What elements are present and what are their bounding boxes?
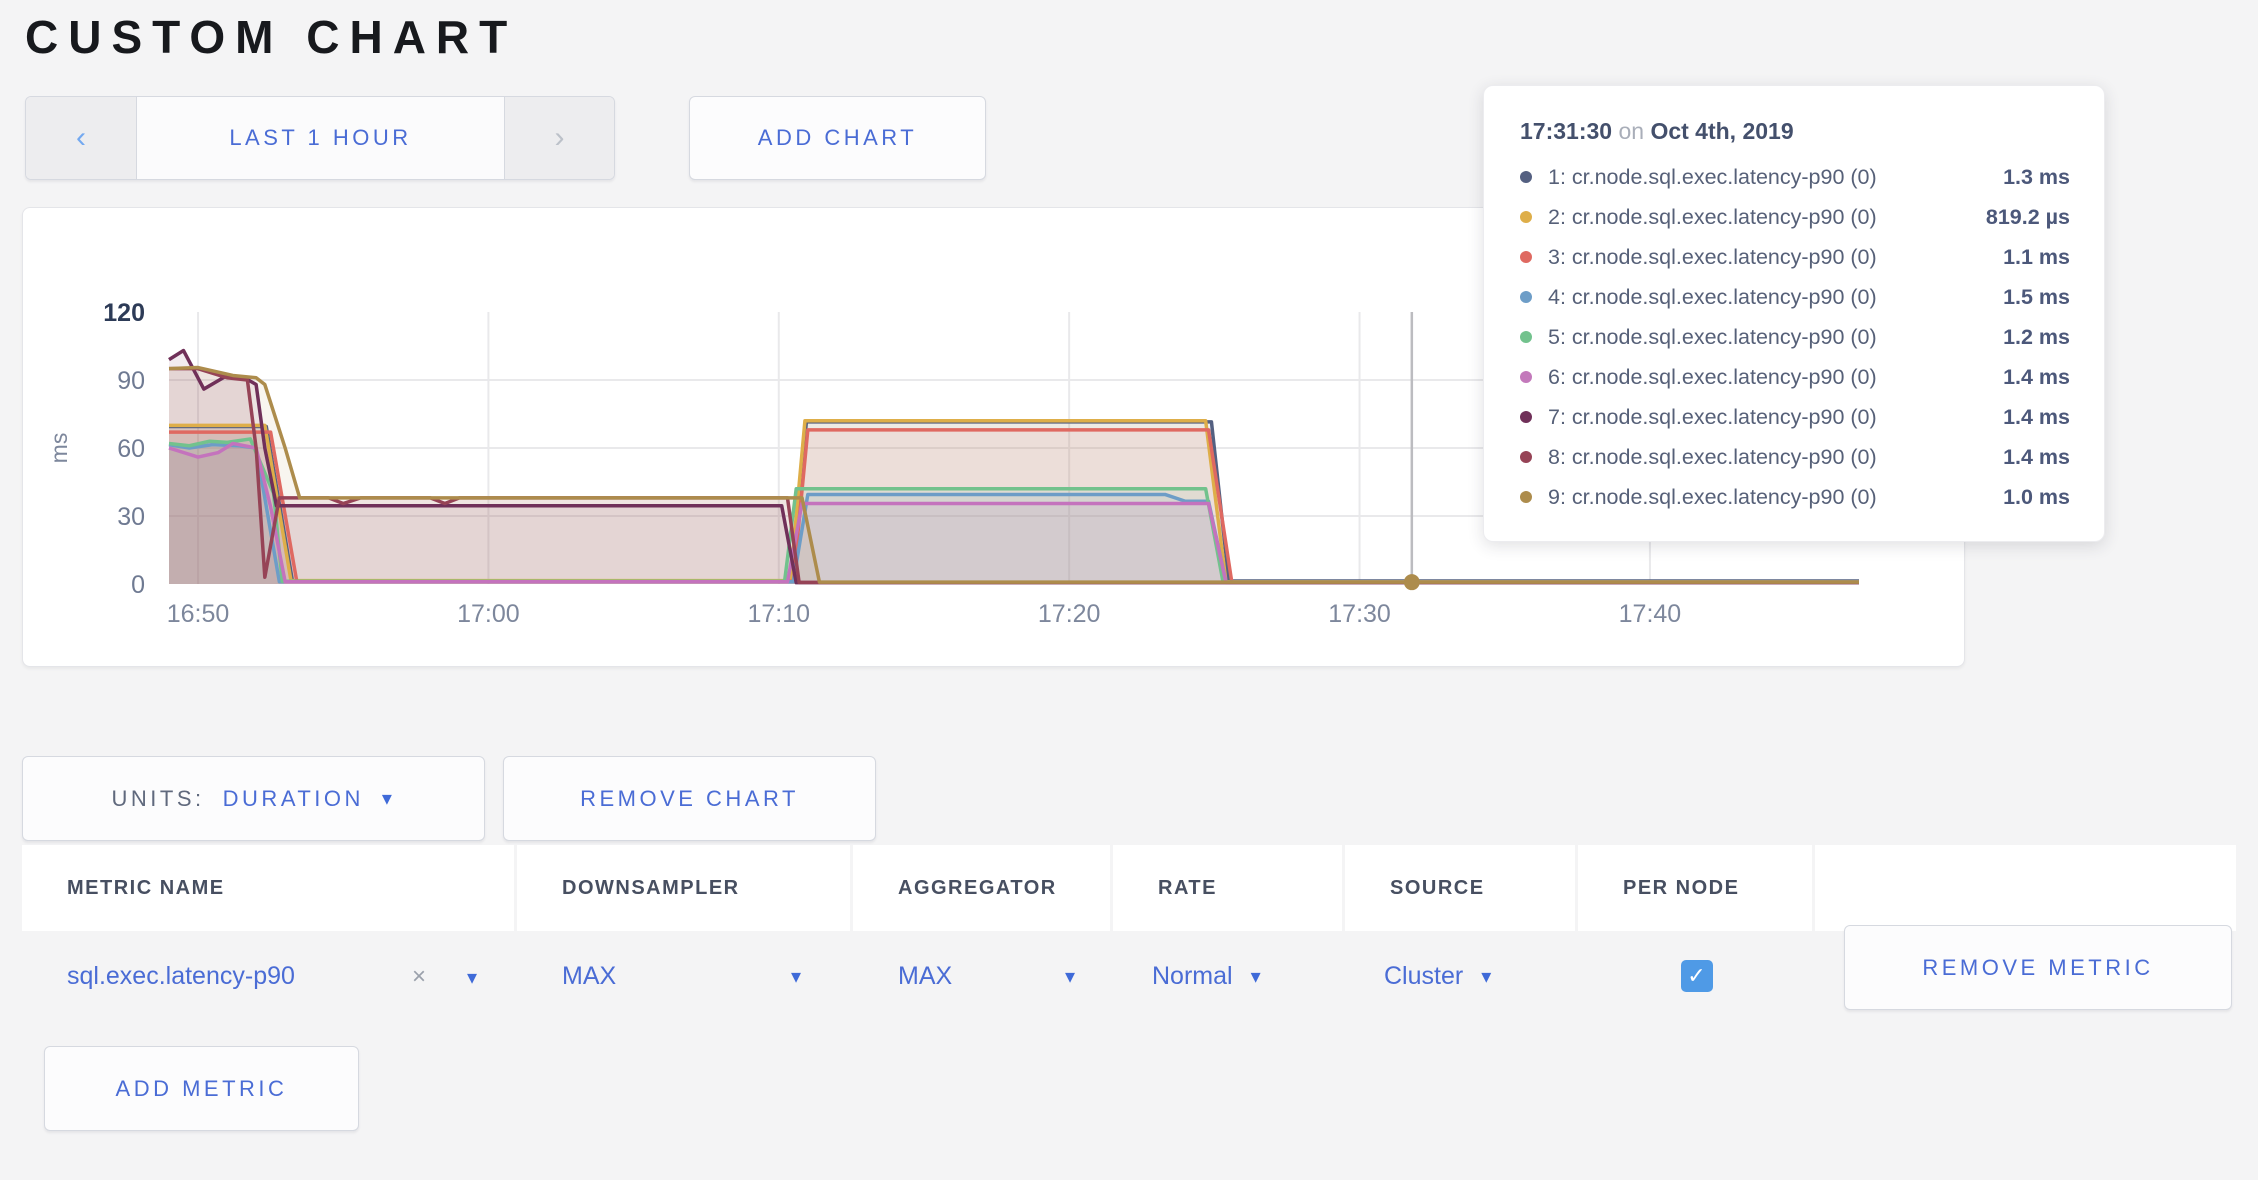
tooltip-rows: 1: cr.node.sql.exec.latency-p90 (0)1.3 m… bbox=[1518, 157, 2070, 517]
downsampler-value: MAX bbox=[562, 962, 616, 991]
x-axis-tick-label: 17:30 bbox=[1328, 600, 1391, 628]
caret-down-icon: ▾ bbox=[1251, 964, 1261, 989]
per-node-cell: ✓ bbox=[1578, 931, 1815, 1021]
caret-down-icon[interactable]: ▾ bbox=[467, 967, 477, 989]
tooltip-on-word: on bbox=[1618, 118, 1644, 144]
caret-down-icon: ▾ bbox=[382, 786, 396, 811]
metric-name-dropdown[interactable]: sql.exec.latency-p90 × ▾ bbox=[22, 931, 517, 1021]
tooltip-series-label: 1: cr.node.sql.exec.latency-p90 (0) bbox=[1548, 165, 2003, 190]
tooltip-time: 17:31:30 on Oct 4th, 2019 bbox=[1520, 118, 2070, 145]
caret-down-icon: ▾ bbox=[1481, 964, 1491, 989]
units-value: DURATION bbox=[223, 786, 364, 812]
tooltip-row: 3: cr.node.sql.exec.latency-p90 (0)1.1 m… bbox=[1518, 237, 2070, 277]
tooltip-series-label: 3: cr.node.sql.exec.latency-p90 (0) bbox=[1548, 245, 2003, 270]
source-select[interactable]: Cluster ▾ bbox=[1345, 931, 1578, 1021]
chevron-right-icon: › bbox=[555, 121, 565, 155]
tooltip-series-value: 1.3 ms bbox=[2003, 165, 2070, 190]
series-color-dot-icon bbox=[1520, 331, 1532, 343]
tooltip-series-value: 1.0 ms bbox=[2003, 485, 2070, 510]
series-color-dot-icon bbox=[1520, 371, 1532, 383]
check-icon: ✓ bbox=[1687, 963, 1705, 989]
series-color-dot-icon bbox=[1520, 211, 1532, 223]
x-axis-tick-label: 17:20 bbox=[1038, 600, 1101, 628]
tooltip-series-label: 5: cr.node.sql.exec.latency-p90 (0) bbox=[1548, 325, 2003, 350]
tooltip-series-value: 1.4 ms bbox=[2003, 445, 2070, 470]
time-window-nav: ‹ LAST 1 HOUR › bbox=[25, 96, 615, 180]
tooltip-series-label: 8: cr.node.sql.exec.latency-p90 (0) bbox=[1548, 445, 2003, 470]
tooltip-series-value: 1.4 ms bbox=[2003, 405, 2070, 430]
caret-down-icon: ▾ bbox=[1065, 964, 1075, 989]
x-axis-tick-label: 17:10 bbox=[748, 600, 811, 628]
rate-select[interactable]: Normal ▾ bbox=[1113, 931, 1345, 1021]
units-label: UNITS: bbox=[112, 786, 205, 812]
tooltip-row: 4: cr.node.sql.exec.latency-p90 (0)1.5 m… bbox=[1518, 277, 2070, 317]
x-axis-tick-label: 17:40 bbox=[1619, 600, 1682, 628]
tooltip-series-label: 7: cr.node.sql.exec.latency-p90 (0) bbox=[1548, 405, 2003, 430]
tooltip-row: 1: cr.node.sql.exec.latency-p90 (0)1.3 m… bbox=[1518, 157, 2070, 197]
units-dropdown[interactable]: UNITS: DURATION ▾ bbox=[22, 756, 485, 841]
metrics-table-header: METRIC NAME DOWNSAMPLER AGGREGATOR RATE … bbox=[22, 845, 2236, 931]
remove-chart-button[interactable]: REMOVE CHART bbox=[503, 756, 876, 841]
header-cell-actions bbox=[1815, 845, 2236, 931]
page-title: CUSTOM CHART bbox=[25, 10, 517, 64]
tooltip-row: 2: cr.node.sql.exec.latency-p90 (0)819.2… bbox=[1518, 197, 2070, 237]
aggregator-value: MAX bbox=[898, 962, 952, 991]
source-value: Cluster bbox=[1384, 962, 1463, 991]
header-cell-metric-name: METRIC NAME bbox=[22, 845, 517, 931]
tooltip-series-value: 819.2 µs bbox=[1986, 205, 2070, 230]
clear-metric-icon[interactable]: × bbox=[412, 963, 426, 990]
aggregator-select[interactable]: MAX ▾ bbox=[853, 931, 1113, 1021]
series-color-dot-icon bbox=[1520, 411, 1532, 423]
tooltip-series-label: 6: cr.node.sql.exec.latency-p90 (0) bbox=[1548, 365, 2003, 390]
metric-name-value: sql.exec.latency-p90 bbox=[67, 962, 295, 991]
chart-tooltip: 17:31:30 on Oct 4th, 2019 1: cr.node.sql… bbox=[1483, 85, 2105, 542]
tooltip-series-label: 4: cr.node.sql.exec.latency-p90 (0) bbox=[1548, 285, 2003, 310]
y-axis-unit-label: ms bbox=[46, 433, 72, 464]
tooltip-row: 5: cr.node.sql.exec.latency-p90 (0)1.2 m… bbox=[1518, 317, 2070, 357]
tooltip-row: 9: cr.node.sql.exec.latency-p90 (0)1.0 m… bbox=[1518, 477, 2070, 517]
series-color-dot-icon bbox=[1520, 291, 1532, 303]
add-chart-button[interactable]: ADD CHART bbox=[689, 96, 986, 180]
time-window-next-button[interactable]: › bbox=[504, 97, 614, 179]
y-axis-tick-label: 60 bbox=[117, 435, 145, 463]
header-cell-rate: RATE bbox=[1113, 845, 1345, 931]
time-window-label[interactable]: LAST 1 HOUR bbox=[137, 97, 504, 179]
tooltip-series-value: 1.1 ms bbox=[2003, 245, 2070, 270]
caret-down-icon: ▾ bbox=[791, 964, 801, 989]
y-axis-tick-label: 0 bbox=[131, 571, 145, 599]
add-metric-button[interactable]: ADD METRIC bbox=[44, 1046, 359, 1131]
x-axis-tick-label: 16:50 bbox=[167, 600, 230, 628]
time-window-prev-button[interactable]: ‹ bbox=[26, 97, 137, 179]
tooltip-series-value: 1.5 ms bbox=[2003, 285, 2070, 310]
header-cell-downsampler: DOWNSAMPLER bbox=[517, 845, 853, 931]
y-axis-tick-label: 30 bbox=[117, 503, 145, 531]
x-axis-tick-label: 17:00 bbox=[457, 600, 520, 628]
tooltip-series-value: 1.2 ms bbox=[2003, 325, 2070, 350]
series-color-dot-icon bbox=[1520, 451, 1532, 463]
remove-metric-button[interactable]: REMOVE METRIC bbox=[1844, 925, 2232, 1010]
header-cell-source: SOURCE bbox=[1345, 845, 1578, 931]
header-cell-per-node: PER NODE bbox=[1578, 845, 1815, 931]
tooltip-row: 7: cr.node.sql.exec.latency-p90 (0)1.4 m… bbox=[1518, 397, 2070, 437]
series-color-dot-icon bbox=[1520, 251, 1532, 263]
tooltip-row: 8: cr.node.sql.exec.latency-p90 (0)1.4 m… bbox=[1518, 437, 2070, 477]
y-axis-tick-label: 120 bbox=[103, 299, 145, 327]
tooltip-time-value: 17:31:30 bbox=[1520, 118, 1612, 144]
tooltip-date: Oct 4th, 2019 bbox=[1650, 118, 1793, 144]
tooltip-series-label: 9: cr.node.sql.exec.latency-p90 (0) bbox=[1548, 485, 2003, 510]
tooltip-series-value: 1.4 ms bbox=[2003, 365, 2070, 390]
tooltip-series-label: 2: cr.node.sql.exec.latency-p90 (0) bbox=[1548, 205, 1986, 230]
per-node-checkbox[interactable]: ✓ bbox=[1681, 960, 1713, 992]
tooltip-row: 6: cr.node.sql.exec.latency-p90 (0)1.4 m… bbox=[1518, 357, 2070, 397]
series-color-dot-icon bbox=[1520, 171, 1532, 183]
header-cell-aggregator: AGGREGATOR bbox=[853, 845, 1113, 931]
y-axis-tick-label: 90 bbox=[117, 367, 145, 395]
downsampler-select[interactable]: MAX ▾ bbox=[517, 931, 853, 1021]
rate-value: Normal bbox=[1152, 962, 1233, 991]
chevron-left-icon: ‹ bbox=[76, 121, 86, 155]
series-color-dot-icon bbox=[1520, 491, 1532, 503]
